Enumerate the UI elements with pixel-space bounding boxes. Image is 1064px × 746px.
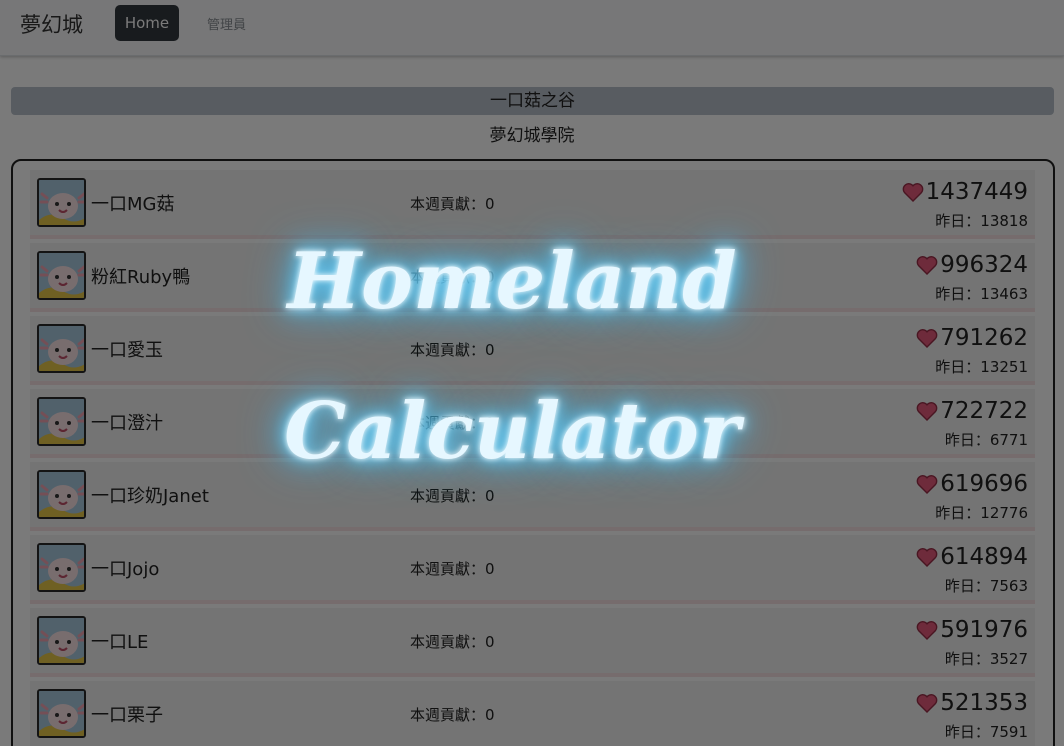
member-name: 一口MG菇	[91, 194, 175, 215]
member-weekly-contribution: 本週貢獻：0	[410, 633, 495, 651]
navbar: 夢幻城 Home 管理員	[0, 0, 1064, 56]
guild-name-bar: 一口菇之谷	[11, 87, 1054, 115]
member-avatar	[37, 543, 86, 592]
member-yesterday: 昨日：13818	[935, 212, 1028, 230]
member-name: 一口栗子	[91, 705, 163, 726]
member-score-value: 591976	[940, 617, 1028, 643]
member-avatar	[37, 251, 86, 300]
member-row[interactable]: 一口愛玉 本週貢獻：0 791262 昨日：13251	[30, 316, 1035, 385]
member-score: 521353	[916, 689, 1028, 717]
member-row[interactable]: 一口LE 本週貢獻：0 591976 昨日：3527	[30, 608, 1035, 677]
member-name: 粉紅Ruby鴨	[91, 267, 191, 288]
member-score-value: 791262	[940, 325, 1028, 351]
member-row[interactable]: 一口Jojo 本週貢獻：0 614894 昨日：7563	[30, 535, 1035, 604]
heart-icon	[902, 182, 924, 202]
member-weekly-contribution: 本週貢獻：0	[410, 195, 495, 213]
member-row[interactable]: 一口澄汁 本週貢獻：0 722722 昨日：6771	[30, 389, 1035, 458]
member-name: 一口愛玉	[91, 340, 163, 361]
heart-icon	[916, 401, 938, 421]
member-score: 619696	[916, 470, 1028, 498]
member-avatar	[37, 397, 86, 446]
brand-title[interactable]: 夢幻城	[20, 9, 83, 39]
member-name: 一口LE	[91, 632, 149, 653]
member-score: 1437449	[902, 178, 1028, 206]
member-yesterday: 昨日：7591	[944, 723, 1028, 741]
member-score: 591976	[916, 616, 1028, 644]
heart-icon	[916, 547, 938, 567]
member-avatar	[37, 324, 86, 373]
member-score-value: 1437449	[925, 179, 1028, 205]
heart-icon	[916, 693, 938, 713]
member-yesterday: 昨日：12776	[935, 504, 1028, 522]
member-row[interactable]: 一口栗子 本週貢獻：0 521353 昨日：7591	[30, 681, 1035, 746]
member-row[interactable]: 一口珍奶Janet 本週貢獻：0 619696 昨日：12776	[30, 462, 1035, 531]
member-yesterday: 昨日：7563	[944, 577, 1028, 595]
member-avatar	[37, 470, 86, 519]
member-weekly-contribution: 本週貢獻：0	[410, 414, 495, 432]
member-score-value: 722722	[940, 398, 1028, 424]
member-score-value: 996324	[940, 252, 1028, 278]
member-name: 一口澄汁	[91, 413, 163, 434]
member-score: 614894	[916, 543, 1028, 571]
member-weekly-contribution: 本週貢獻：0	[410, 268, 495, 286]
member-weekly-contribution: 本週貢獻：0	[410, 706, 495, 724]
member-yesterday: 昨日：6771	[944, 431, 1028, 449]
member-row[interactable]: 粉紅Ruby鴨 本週貢獻：0 996324 昨日：13463	[30, 243, 1035, 312]
academy-title: 夢幻城學院	[489, 126, 575, 146]
member-weekly-contribution: 本週貢獻：0	[410, 341, 495, 359]
member-score: 722722	[916, 397, 1028, 425]
member-avatar	[37, 689, 86, 738]
member-row[interactable]: 一口MG菇 本週貢獻：0 1437449 昨日：13818	[30, 170, 1035, 239]
member-yesterday: 昨日：13463	[935, 285, 1028, 303]
member-avatar	[37, 616, 86, 665]
heart-icon	[916, 620, 938, 640]
member-weekly-contribution: 本週貢獻：0	[410, 487, 495, 505]
nav-admin-link[interactable]: 管理員	[207, 14, 246, 33]
nav-home-button[interactable]: Home	[115, 5, 179, 41]
member-score: 791262	[916, 324, 1028, 352]
member-yesterday: 昨日：3527	[944, 650, 1028, 668]
heart-icon	[916, 255, 938, 275]
member-name: 一口珍奶Janet	[91, 486, 209, 507]
member-score-value: 619696	[940, 471, 1028, 497]
member-score: 996324	[916, 251, 1028, 279]
member-score-value: 614894	[940, 544, 1028, 570]
member-yesterday: 昨日：13251	[935, 358, 1028, 376]
member-weekly-contribution: 本週貢獻：0	[410, 560, 495, 578]
heart-icon	[916, 328, 938, 348]
member-name: 一口Jojo	[91, 559, 160, 580]
member-score-value: 521353	[940, 690, 1028, 716]
member-avatar	[37, 178, 86, 227]
heart-icon	[916, 474, 938, 494]
